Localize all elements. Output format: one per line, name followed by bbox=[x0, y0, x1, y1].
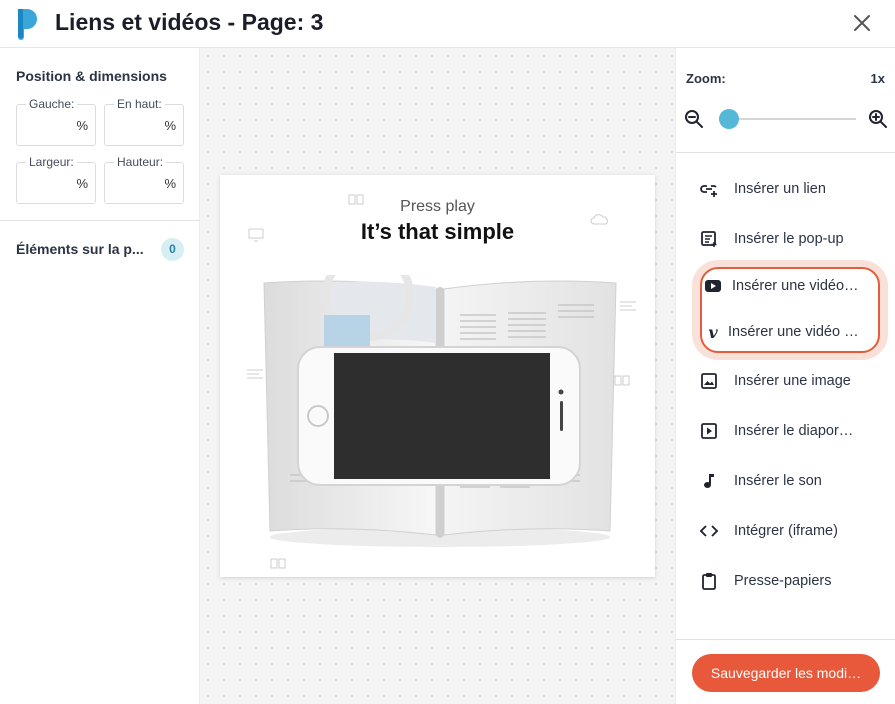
zoom-slider-track[interactable] bbox=[722, 118, 856, 120]
elements-count-badge: 0 bbox=[161, 238, 184, 261]
insert-sound-item[interactable]: Insérer le son bbox=[700, 466, 880, 496]
embed-iframe-item[interactable]: Intégrer (iframe) bbox=[700, 516, 880, 546]
dialog-title: Liens et vidéos - Page: 3 bbox=[55, 9, 324, 35]
zoom-in-icon[interactable] bbox=[868, 109, 888, 129]
monitor-icon bbox=[248, 228, 264, 242]
book-icon-bottom bbox=[270, 558, 286, 569]
insert-image-item[interactable]: Insérer une image bbox=[700, 366, 880, 396]
link-add-icon bbox=[700, 180, 718, 198]
app-logo-icon bbox=[18, 9, 37, 40]
en-haut-unit: % bbox=[164, 118, 176, 133]
zoom-value: 1x bbox=[870, 71, 885, 86]
zoom-slider-thumb[interactable] bbox=[718, 109, 739, 129]
insert-youtube-video-label: Insérer une vidéo… bbox=[732, 278, 859, 294]
insert-popup-label: Insérer le pop-up bbox=[734, 231, 844, 247]
right-panel: Zoom: 1x Insérer un lien Insérer le pop-… bbox=[675, 48, 895, 704]
popup-icon bbox=[700, 230, 718, 248]
insert-slideshow-label: Insérer le diapor… bbox=[734, 423, 854, 439]
slideshow-icon bbox=[700, 422, 718, 440]
hauteur-label: Hauteur: bbox=[114, 155, 167, 169]
clipboard-icon bbox=[700, 572, 718, 590]
hauteur-unit: % bbox=[164, 176, 176, 191]
gauche-label: Gauche: bbox=[26, 97, 78, 111]
page-canvas: Press play It’s that simple bbox=[200, 48, 675, 704]
hauteur-field[interactable]: Hauteur: % bbox=[104, 155, 184, 204]
page-preview[interactable]: Press play It’s that simple bbox=[220, 175, 655, 577]
insert-popup-item[interactable]: Insérer le pop-up bbox=[700, 224, 880, 254]
code-icon bbox=[700, 522, 718, 540]
insert-vimeo-video-item[interactable]: v Insérer une vidéo … bbox=[704, 317, 884, 347]
header: Liens et vidéos - Page: 3 bbox=[0, 0, 895, 48]
insert-sound-label: Insérer le son bbox=[734, 473, 822, 489]
insert-youtube-video-item[interactable]: Insérer une vidéo… bbox=[704, 271, 884, 301]
elements-title[interactable]: Éléments sur la p... bbox=[16, 241, 144, 257]
position-dimensions-title: Position & dimensions bbox=[16, 68, 167, 84]
insert-slideshow-item[interactable]: Insérer le diapor… bbox=[700, 416, 880, 446]
largeur-unit: % bbox=[76, 176, 88, 191]
left-divider bbox=[0, 220, 200, 221]
gauche-field[interactable]: Gauche: % bbox=[16, 97, 96, 146]
save-button-label: Sauvegarder les modi… bbox=[710, 665, 862, 681]
insert-image-label: Insérer une image bbox=[734, 373, 851, 389]
text-lines-icon bbox=[620, 301, 636, 311]
zoom-label: Zoom: bbox=[686, 71, 726, 86]
clipboard-label: Presse-papiers bbox=[734, 573, 832, 589]
insert-link-item[interactable]: Insérer un lien bbox=[700, 174, 880, 204]
book-icon bbox=[348, 194, 364, 205]
vimeo-icon: v bbox=[708, 322, 718, 342]
left-panel: Position & dimensions Gauche: % En haut:… bbox=[0, 48, 200, 704]
save-button[interactable]: Sauvegarder les modi… bbox=[692, 654, 880, 692]
close-icon[interactable] bbox=[851, 12, 873, 34]
en-haut-field[interactable]: En haut: % bbox=[104, 97, 184, 146]
zoom-control bbox=[684, 108, 888, 130]
gauche-unit: % bbox=[76, 118, 88, 133]
music-note-icon bbox=[700, 472, 718, 490]
largeur-field[interactable]: Largeur: % bbox=[16, 155, 96, 204]
cloud-icon bbox=[590, 214, 608, 225]
en-haut-label: En haut: bbox=[114, 97, 165, 111]
image-icon bbox=[700, 372, 718, 390]
insert-link-label: Insérer un lien bbox=[734, 181, 826, 197]
clipboard-item[interactable]: Presse-papiers bbox=[700, 566, 880, 596]
zoom-out-icon[interactable] bbox=[684, 109, 704, 129]
embed-iframe-label: Intégrer (iframe) bbox=[734, 523, 838, 539]
largeur-label: Largeur: bbox=[26, 155, 77, 169]
insert-vimeo-video-label: Insérer une vidéo … bbox=[728, 324, 859, 340]
right-divider bbox=[676, 152, 895, 153]
youtube-icon bbox=[704, 277, 722, 295]
magazine-phone-illustration bbox=[263, 275, 617, 547]
right-divider-bottom bbox=[676, 639, 895, 640]
